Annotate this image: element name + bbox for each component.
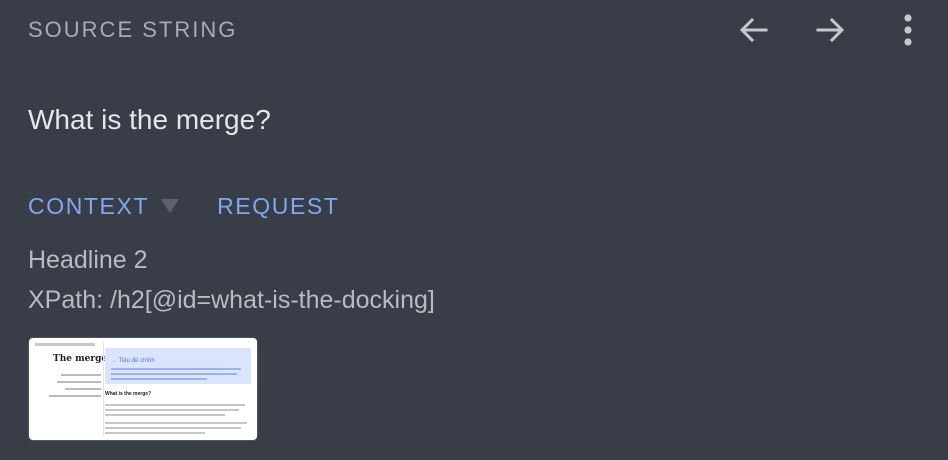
thumbnail-text-line [105,409,239,411]
thumbnail-text-line [105,432,205,434]
thumbnail-topbar [35,343,95,346]
thumbnail-text-line [105,404,245,406]
more-options-button[interactable] [898,12,918,48]
panel-header: SOURCE STRING [28,14,918,46]
thumbnail-page-preview: The merge → Tiêu đề chính What is the me… [33,342,253,436]
thumbnail-hero-banner: → Tiêu đề chính [105,348,251,384]
thumbnail-text-line [105,427,241,429]
thumbnail-text-line [105,414,225,416]
thumbnail-hero-line [111,378,207,380]
caret-down-icon[interactable] [161,199,180,213]
forward-button[interactable] [808,12,852,48]
source-string-text: What is the merge? [28,104,271,135]
section-title: SOURCE STRING [28,17,238,42]
thumbnail-page-heading: The merge [53,354,108,364]
back-button[interactable] [732,12,776,48]
tab-context[interactable]: CONTEXT [28,190,149,222]
thumbnail-nav-line [57,381,101,383]
thumbnail-hero-title: → Tiêu đề chính [111,358,155,364]
thumbnail-nav-line [65,388,101,390]
context-xpath: XPath: /h2[@id=what-is-the-docking] [28,286,435,314]
thumbnail-nav-line [61,374,101,376]
back-arrow-icon [739,17,768,43]
thumbnail-divider [103,342,104,436]
tab-request[interactable]: REQUEST [217,190,339,222]
thumbnail-hero-line [111,373,237,375]
detail-tabs: CONTEXT REQUEST [28,190,339,222]
screenshot-thumbnail[interactable]: The merge → Tiêu đề chính What is the me… [28,337,258,441]
thumbnail-section-heading: What is the merge? [105,391,152,397]
more-vert-icon [904,14,912,46]
thumbnail-nav-line [49,395,101,397]
toolbar [732,12,918,48]
context-element-type: Headline 2 [28,246,148,274]
forward-arrow-icon [816,17,845,43]
thumbnail-text-line [105,422,247,424]
thumbnail-hero-line [111,368,241,370]
